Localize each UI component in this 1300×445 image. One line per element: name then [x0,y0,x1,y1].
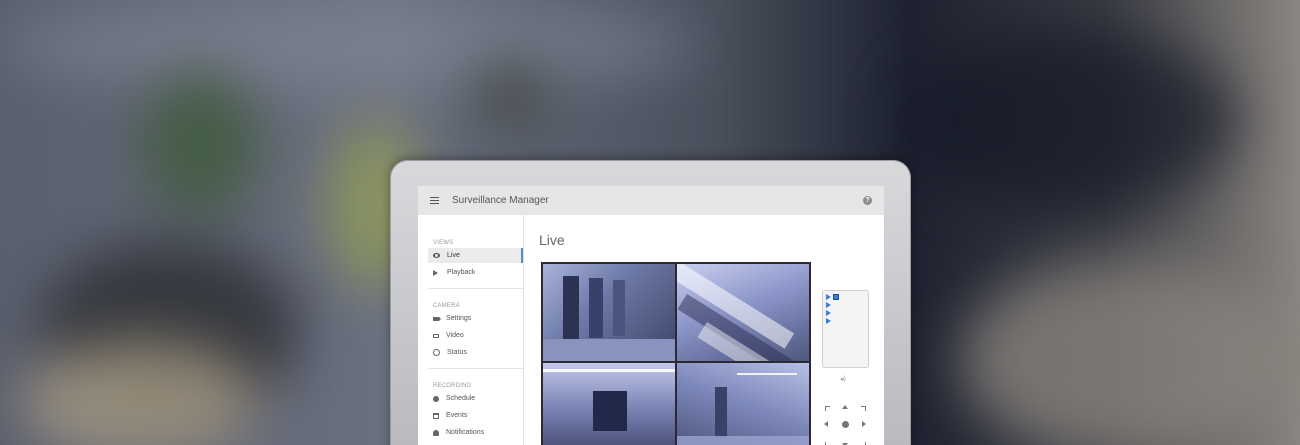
eye-icon [433,253,440,258]
sidebar-item-label: Status [447,349,467,356]
play-icon [826,318,831,324]
sidebar-item-label: Events [446,412,468,419]
pan-left-button[interactable] [824,421,828,427]
app-title: Surveillance Manager [452,195,549,206]
play-icon [826,294,831,300]
pan-up-right-button[interactable] [861,406,866,411]
sidebar-item-label: Schedule [446,395,476,402]
sidebar-item-events[interactable]: Events [418,408,523,423]
sidebar: VIEWS Live Playback CAMERA Settings Vide… [418,215,524,445]
camera-feed-2[interactable] [677,264,809,361]
play-icon [826,310,831,316]
pan-up-button[interactable] [842,405,848,409]
bell-icon [433,429,439,436]
sidebar-item-settings[interactable]: Settings [418,311,523,326]
calendar-icon [433,412,439,419]
app-window: Surveillance Manager ? VIEWS Live Playba… [418,186,884,445]
status-icon [433,349,440,356]
app-header: Surveillance Manager ? [418,186,884,215]
sidebar-item-label: Settings [446,315,472,322]
ptz-home-button[interactable] [842,421,849,428]
volume-icon[interactable]: ◂) [840,375,846,383]
play-icon [433,269,438,276]
sidebar-item-playback[interactable]: Playback [418,265,523,280]
sidebar-section-views: VIEWS [433,240,454,246]
sidebar-item-label: Notifications [446,429,485,436]
camera-feed-1[interactable] [543,264,675,361]
camera-list-item[interactable] [826,309,865,317]
sidebar-item-label: Live [447,252,460,259]
ptz-control [824,405,868,445]
record-dot-icon [433,395,439,402]
laptop-frame: Surveillance Manager ? VIEWS Live Playba… [390,160,911,445]
sidebar-section-camera: CAMERA [433,303,460,309]
menu-icon[interactable] [430,197,439,204]
help-icon[interactable]: ? [863,196,872,205]
camera-feed-4[interactable] [677,363,809,445]
camera-list-item[interactable] [826,301,865,309]
play-icon [826,302,831,308]
sidebar-section-recording: RECORDING [433,383,472,389]
sidebar-item-live[interactable]: Live [428,248,523,263]
pan-up-left-button[interactable] [825,406,830,411]
sidebar-item-notifications[interactable]: Notifications [418,425,523,440]
sidebar-item-schedule[interactable]: Schedule [418,391,523,406]
camera-icon [433,316,441,321]
main-content: Live ◂) [524,215,884,445]
sidebar-item-label: Video [446,332,464,339]
camera-list-item[interactable] [826,293,865,301]
sidebar-divider [428,368,523,369]
camera-list [822,290,869,368]
video-icon [433,333,439,338]
camera-feed-3[interactable] [543,363,675,445]
sidebar-item-label: Playback [447,269,476,276]
sidebar-item-video[interactable]: Video [418,328,523,343]
camera-grid [541,262,811,445]
pan-right-button[interactable] [862,421,866,427]
sidebar-item-status[interactable]: Status [418,345,523,360]
grid-layout-icon[interactable] [833,294,839,300]
sidebar-divider [428,288,523,289]
camera-list-item[interactable] [826,317,865,325]
page-title: Live [539,232,565,248]
